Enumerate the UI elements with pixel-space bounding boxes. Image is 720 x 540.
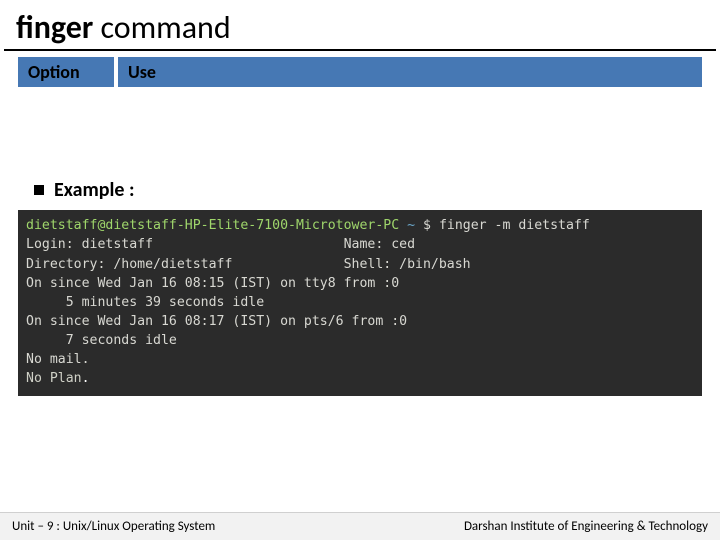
term-line-1: Directory: /home/dietstaff Shell: /bin/b… [26,257,471,272]
col-header-option: Option [18,57,114,87]
prompt-user: dietstaff@dietstaff-HP-Elite-7100-Microt… [26,218,399,233]
footer-right: Darshan Institute of Engineering & Techn… [464,519,708,534]
term-line-3: 5 minutes 39 seconds idle [26,295,264,310]
terminal-output: dietstaff@dietstaff-HP-Elite-7100-Microt… [18,210,702,396]
term-last-prefix: No Plan [26,371,82,386]
col-header-use: Use [118,57,702,87]
footer-left: Unit – 9 : Unix/Linux Operating System [12,519,215,534]
footer-left-prefix: Unit [12,519,37,534]
prompt-dollar: $ [423,218,431,233]
slide: finger command Option Use Example : diet… [0,0,720,540]
prompt-command: finger -m dietstaff [439,218,590,233]
term-line-0: Login: dietstaff Name: ced [26,237,415,252]
term-line-4: On since Wed Jan 16 08:17 (IST) on pts/6… [26,314,407,329]
title-underline [4,49,716,51]
footer-left-rest: 9 : Unix/Linux Operating System [47,519,215,534]
term-line-2: On since Wed Jan 16 08:15 (IST) on tty8 … [26,276,399,291]
bullet-icon [34,185,44,195]
footer-left-dash: – [37,519,46,534]
term-line-6: No mail. [26,352,90,367]
term-line-5: 7 seconds idle [26,333,177,348]
options-table-header: Option Use [18,57,702,87]
slide-title: finger command [0,0,720,49]
example-text: Example : [54,178,135,202]
term-last-suffix: . [82,371,90,386]
title-rest: command [93,8,230,47]
slide-footer: Unit – 9 : Unix/Linux Operating System D… [0,512,720,540]
title-bold: finger [16,8,93,47]
prompt-tilde: ~ [407,218,415,233]
example-heading: Example : [34,177,720,202]
